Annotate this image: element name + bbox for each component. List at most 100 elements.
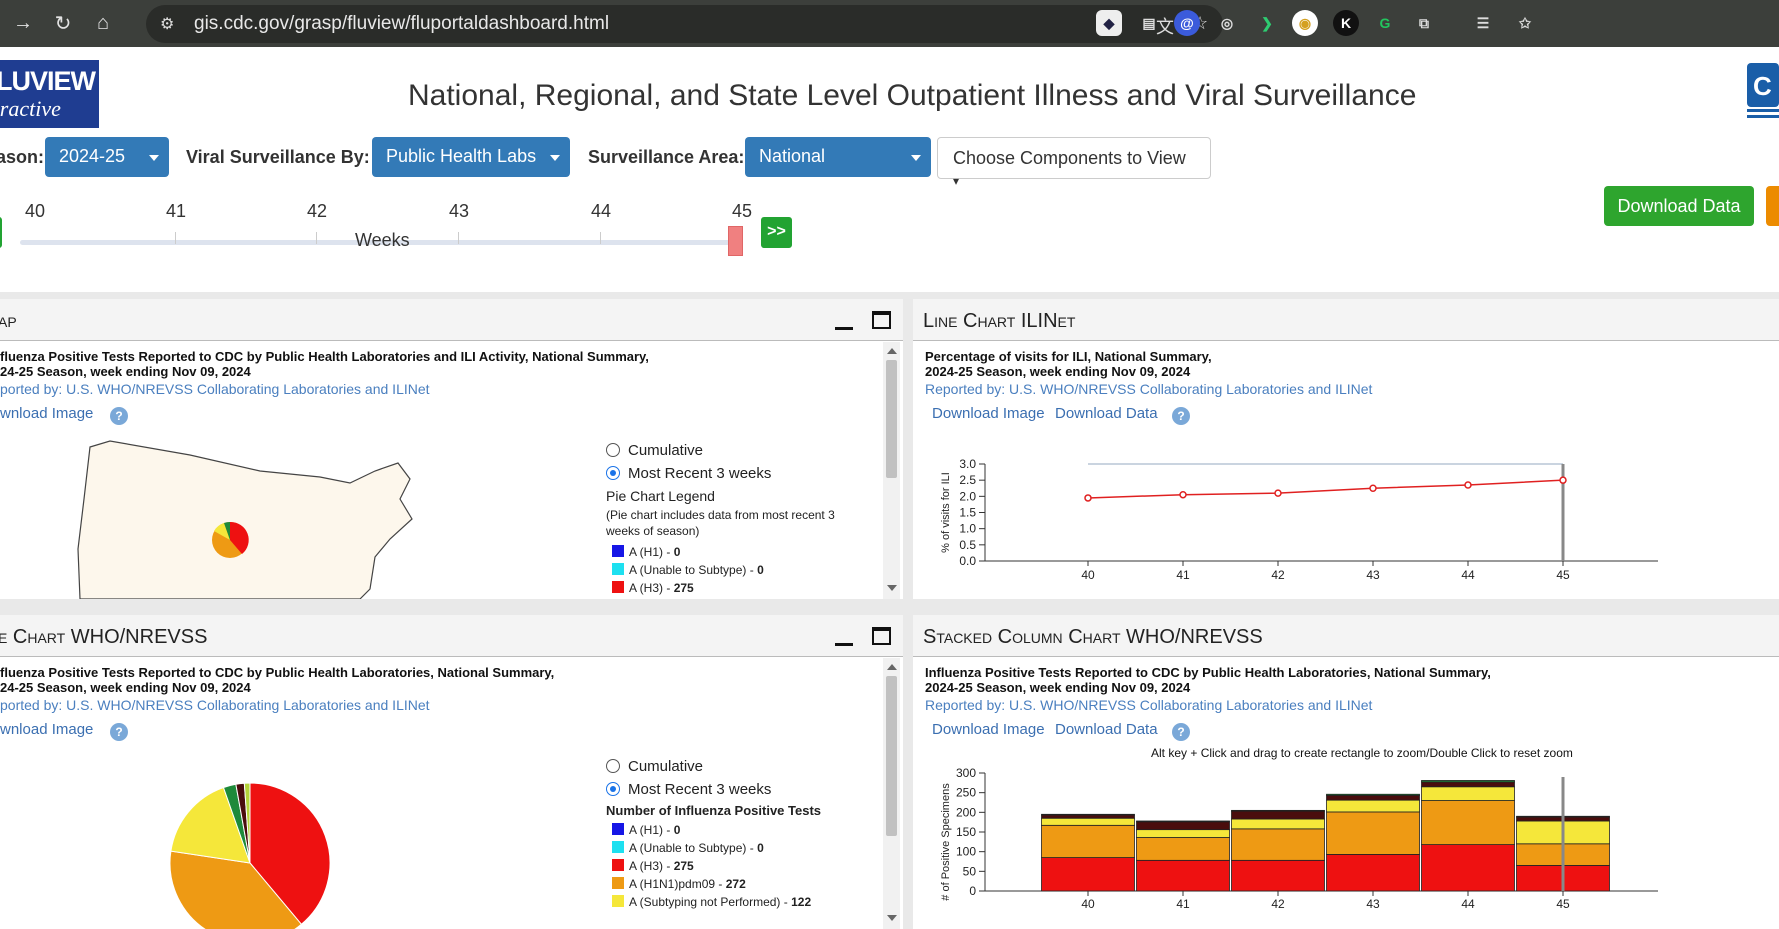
- url-text[interactable]: gis.cdc.gov/grasp/fluview/fluportaldashb…: [194, 13, 609, 35]
- scroll-down-icon[interactable]: [887, 585, 897, 591]
- home-icon[interactable]: ⌂: [86, 6, 120, 40]
- stacked-bar-segment: [1326, 793, 1420, 796]
- download-image-link[interactable]: Download Image: [932, 405, 1045, 422]
- reload-icon[interactable]: ↻: [46, 6, 80, 40]
- extension-icon-3[interactable]: @: [1174, 10, 1200, 36]
- y-tick-label: 1.5: [959, 506, 976, 520]
- viral-surveillance-value: Public Health Labs: [386, 146, 537, 166]
- y-tick-label: 0: [969, 884, 976, 898]
- stacked-bar-segment: [1041, 824, 1135, 858]
- stacked-bar-segment: [1326, 799, 1420, 813]
- legend-value: 275: [673, 581, 694, 595]
- previous-week-button[interactable]: [0, 217, 2, 248]
- next-week-button[interactable]: >>: [761, 217, 792, 248]
- panel-header: e Chart WHO/NREVSS: [0, 615, 903, 657]
- download-image-link[interactable]: wnload Image: [0, 405, 93, 422]
- viral-surveillance-select[interactable]: Public Health Labs: [372, 137, 570, 177]
- stacked-bar-segment: [1136, 859, 1230, 892]
- extension-icon-2[interactable]: ▤: [1136, 10, 1162, 36]
- favorites-icon[interactable]: ✩: [1512, 10, 1538, 36]
- choose-components-button[interactable]: Choose Components to View ▾: [937, 137, 1211, 188]
- extension-icon-7[interactable]: K: [1333, 10, 1359, 36]
- most-recent-radio[interactable]: Most Recent 3 weeks: [606, 465, 771, 482]
- stacked-bar-segment: [1136, 820, 1230, 823]
- stacked-bar-segment: [1136, 821, 1230, 831]
- download-image-link[interactable]: wnload Image: [0, 721, 93, 738]
- site-info-icon[interactable]: ⚙: [160, 14, 174, 34]
- y-tick-label: 50: [963, 864, 977, 878]
- puzzle-icon[interactable]: ⧉: [1411, 10, 1437, 36]
- download-image-link[interactable]: Download Image: [932, 721, 1045, 738]
- stacked-bar-segment: [1326, 854, 1420, 892]
- address-bar[interactable]: ⚙ gis.cdc.gov/grasp/fluview/fluportaldas…: [146, 5, 1223, 43]
- map-pie-marker[interactable]: [212, 521, 249, 558]
- forward-icon[interactable]: →: [6, 6, 40, 40]
- extension-icon-6[interactable]: ◉: [1292, 10, 1318, 36]
- y-tick-label: 150: [956, 825, 976, 839]
- minimize-icon[interactable]: [835, 327, 853, 330]
- legend-label: A (H1N1)pdm09: [629, 877, 716, 891]
- most-recent-radio[interactable]: Most Recent 3 weeks: [606, 781, 771, 798]
- y-tick-label: 0.5: [959, 538, 976, 552]
- legend-value: 0: [673, 545, 681, 559]
- us-map[interactable]: [70, 439, 420, 599]
- scroll-up-icon[interactable]: [887, 348, 897, 354]
- chevron-down-icon: [550, 155, 560, 161]
- reading-list-icon[interactable]: ☰: [1470, 10, 1496, 36]
- panel-title: e Chart WHO/NREVSS: [0, 626, 208, 648]
- orange-action-button[interactable]: [1766, 186, 1779, 226]
- chart-title-line-1: Percentage of visits for ILI, National S…: [925, 349, 1212, 364]
- scroll-down-icon[interactable]: [887, 915, 897, 921]
- cumulative-radio[interactable]: Cumulative: [606, 758, 703, 775]
- ili-line-chart[interactable]: 0.0 0.5 1.0 1.5 2.0 2.5 3.0 % of visits for ILI…: [913, 439, 1779, 599]
- extension-icon-5[interactable]: ❯: [1254, 10, 1280, 36]
- extension-icon-8[interactable]: G: [1372, 10, 1398, 36]
- stacked-bar-segment: [1231, 810, 1325, 820]
- ili-data-point: [1369, 484, 1377, 492]
- logo-line-1: LUVIEW: [0, 66, 96, 96]
- panel-title: Line Chart ILINet: [923, 310, 1076, 332]
- line-chart-panel: Line Chart ILINet Percentage of visits f…: [913, 299, 1779, 599]
- stacked-bar-segment: [1421, 780, 1515, 783]
- maximize-icon[interactable]: [872, 627, 891, 645]
- minimize-icon[interactable]: [835, 643, 853, 646]
- scroll-up-icon[interactable]: [887, 664, 897, 670]
- chart-title: Influenza Positive Tests Reported to CDC…: [925, 665, 1491, 695]
- x-tick-label: 41: [1176, 897, 1190, 911]
- stacked-bar-segment: [1231, 809, 1325, 812]
- surveillance-area-select[interactable]: National: [745, 137, 931, 177]
- maximize-icon[interactable]: [872, 311, 891, 329]
- scrollbar[interactable]: [883, 342, 900, 599]
- legend-label: A (H1): [629, 823, 664, 837]
- legend-item: A (Unable to Subtype) - 0: [612, 841, 764, 855]
- scroll-thumb[interactable]: [886, 676, 897, 836]
- help-icon[interactable]: ?: [110, 407, 128, 425]
- season-select[interactable]: 2024-25: [45, 137, 169, 177]
- scroll-thumb[interactable]: [886, 360, 897, 478]
- radio-dot: [606, 443, 620, 457]
- cumulative-radio[interactable]: Cumulative: [606, 442, 703, 459]
- chart-title-line-2: 2024-25 Season, week ending Nov 09, 2024: [925, 680, 1191, 695]
- week-slider-handle[interactable]: [728, 226, 743, 256]
- help-icon[interactable]: ?: [1172, 723, 1190, 741]
- download-data-button[interactable]: Download Data: [1604, 186, 1754, 226]
- help-icon[interactable]: ?: [1172, 407, 1190, 425]
- influenza-pie-chart[interactable]: [170, 755, 390, 929]
- legend-item: A (Unable to Subtype) - 0: [612, 563, 764, 577]
- stacked-bar-segment: [1326, 795, 1420, 801]
- help-icon[interactable]: ?: [110, 723, 128, 741]
- scrollbar[interactable]: [883, 658, 900, 929]
- radio-label: Most Recent 3 weeks: [628, 781, 772, 798]
- legend-swatch: [612, 545, 624, 557]
- download-data-link[interactable]: Download Data: [1055, 405, 1158, 422]
- viral-surveillance-label: Viral Surveillance By:: [186, 147, 370, 167]
- extension-icon-4[interactable]: ◎: [1214, 10, 1240, 36]
- stacked-column-chart[interactable]: 0 50 100 150 200 250 300 # of Positive Specimen…: [913, 763, 1779, 929]
- extension-icon-1[interactable]: ◆: [1096, 10, 1122, 36]
- page-title: National, Regional, and State Level Outp…: [408, 79, 1417, 112]
- pie-chart-panel: e Chart WHO/NREVSS fluenza Positive Test…: [0, 615, 903, 929]
- radio-dot: [606, 759, 620, 773]
- y-axis-label: % of visits for ILI: [940, 472, 952, 553]
- download-data-link[interactable]: Download Data: [1055, 721, 1158, 738]
- y-tick-label: 300: [956, 766, 976, 780]
